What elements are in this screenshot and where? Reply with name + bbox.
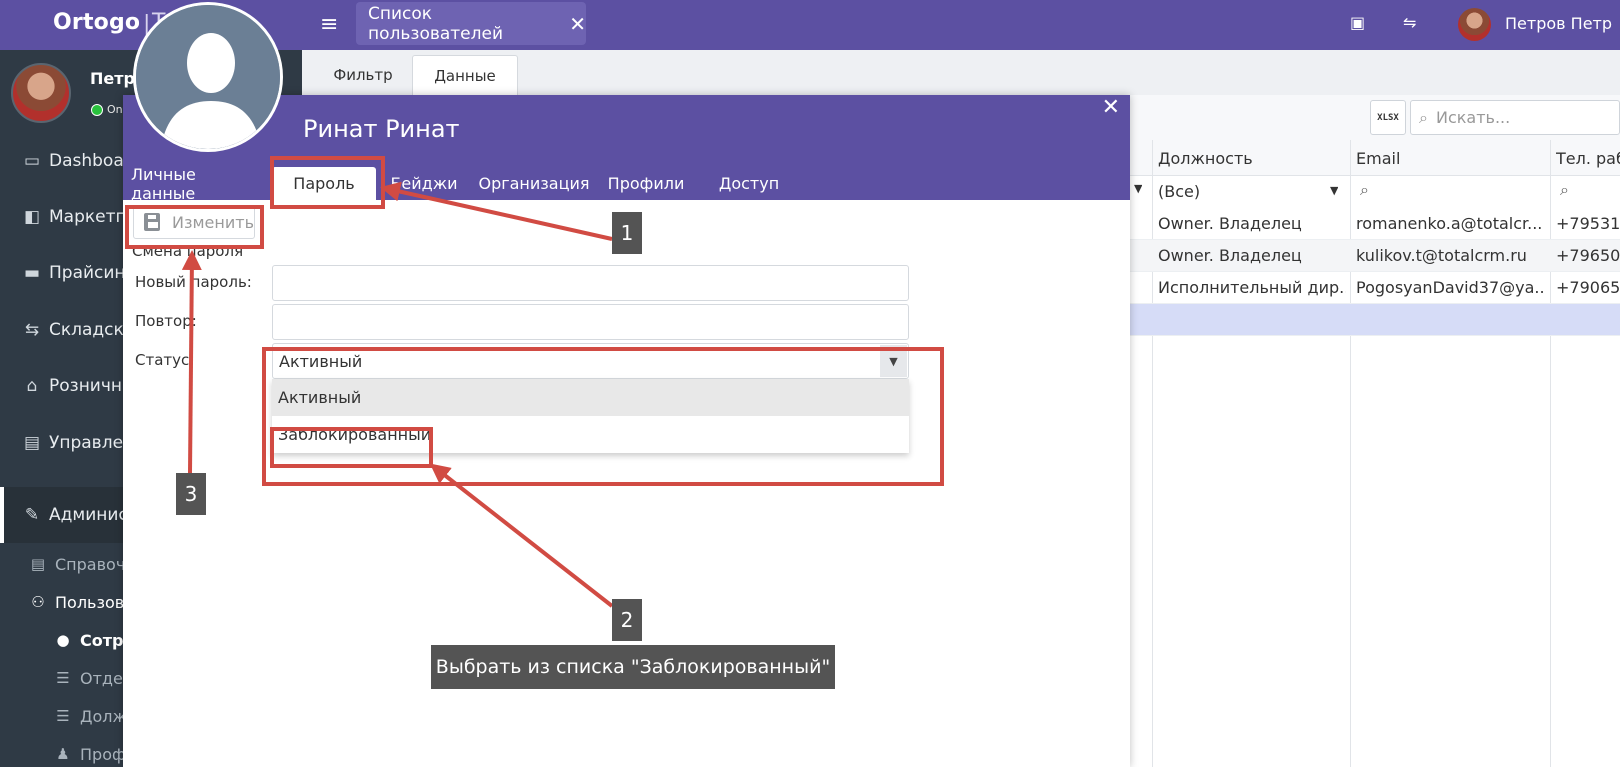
topbar-avatar[interactable] [1458, 8, 1491, 41]
new-password-input[interactable] [272, 265, 909, 301]
annotation-step-3: 3 [176, 473, 206, 515]
search-placeholder: Искать... [1435, 108, 1511, 127]
user-icon: ● [56, 631, 70, 649]
cell-phone: +790651 [1556, 278, 1620, 297]
annotation-box-password-tab [270, 156, 385, 209]
language-icon[interactable]: ⇋ [1403, 13, 1416, 32]
users-grid: Должность Email Тел. раб ▼ (Все) ▼ ⌕ ⌕ O… [1130, 140, 1620, 767]
annotation-step-1: 1 [612, 212, 642, 254]
search-icon: ⌕ [1419, 107, 1428, 127]
sidebar-item-label: Dashboar [49, 151, 131, 171]
wrench-icon: ✎ [24, 505, 40, 525]
sidebar-sub-label: Проф [80, 744, 126, 764]
cell-email: romanenko.a@totalcr... [1356, 214, 1543, 233]
chat-icon[interactable]: ▣ [1350, 13, 1365, 32]
tab-filter[interactable]: Фильтр [318, 55, 408, 95]
tab-personal-data[interactable]: Личные данные [131, 165, 259, 203]
newspaper-icon: ▤ [23, 433, 41, 453]
credit-card-icon: ▬ [23, 263, 41, 283]
newspaper-icon: ▤ [30, 555, 46, 573]
user-avatar[interactable] [133, 2, 283, 152]
sidebar-item-label: Рознична [49, 376, 133, 396]
cell-email: PogosyanDavid37@ya... [1356, 278, 1546, 297]
status-label: Статус: [135, 351, 195, 369]
sidebar-sub-label: Справоч [55, 554, 126, 574]
annotation-step-2: 2 [612, 599, 642, 641]
close-icon[interactable]: ✕ [1102, 95, 1120, 120]
grid-search-input[interactable]: ⌕ Искать... [1410, 100, 1620, 135]
annotation-callout: Выбрать из списка "Заблокированный" [431, 645, 835, 689]
sidebar-avatar[interactable] [11, 63, 71, 123]
new-password-label: Новый пароль: [135, 273, 252, 291]
brand-logo[interactable]: Ortogo [53, 10, 140, 35]
top-bar: ≡ Список пользователей ✕ [302, 0, 1620, 50]
indent-icon: ☰ [56, 669, 70, 687]
cell-position: Owner. Владелец [1158, 214, 1302, 233]
cell-position: Owner. Владелец [1158, 246, 1302, 265]
sidebar-item-label: Складско [49, 320, 135, 340]
filter-dropdown-icon[interactable]: ▼ [1134, 182, 1142, 195]
column-header-position[interactable]: Должность [1158, 149, 1253, 168]
transfer-icon: ⇆ [24, 320, 40, 340]
list-icon: ☰ [56, 707, 70, 725]
sidebar-item-label: Прайсинг [49, 263, 135, 283]
column-header-email[interactable]: Email [1356, 149, 1400, 168]
online-status: On [91, 103, 123, 116]
open-tab-title: Список пользователей [368, 3, 504, 44]
page-tabs: Фильтр Данные [302, 50, 1620, 95]
filter-position-select[interactable]: (Все) [1158, 182, 1200, 201]
annotation-box-save [125, 205, 264, 249]
cell-email: kulikov.t@totalcrm.ru [1356, 246, 1527, 265]
filter-email-search-icon[interactable]: ⌕ [1360, 180, 1369, 200]
online-status-label: On [107, 103, 123, 116]
table-row-selected[interactable] [1130, 304, 1620, 336]
shopping-bag-icon: ◧ [23, 207, 41, 227]
column-header-phone[interactable]: Тел. раб [1556, 149, 1620, 168]
tab-access[interactable]: Доступ [715, 167, 783, 200]
user-silhouette-icon [136, 5, 280, 149]
modal-title: Ринат Ринат [303, 115, 460, 143]
open-tab-users-list[interactable]: Список пользователей ✕ [356, 2, 586, 45]
bank-icon: ⌂ [26, 376, 38, 396]
cell-phone: +796501 [1556, 246, 1620, 265]
repeat-password-input[interactable] [272, 304, 909, 340]
repeat-password-label: Повтор: [135, 312, 197, 330]
filter-phone-search-icon[interactable]: ⌕ [1560, 180, 1569, 200]
topbar-username[interactable]: Петров Петр [1505, 14, 1612, 33]
annotation-box-blocked [270, 427, 433, 468]
tab-organization[interactable]: Организация [475, 167, 593, 200]
hamburger-menu-icon[interactable]: ≡ [320, 12, 338, 37]
cell-position: Исполнительный дир... [1158, 278, 1346, 297]
filter-dropdown-icon[interactable]: ▼ [1330, 184, 1338, 197]
online-dot-icon [91, 103, 103, 116]
users-icon: ⚇ [31, 593, 45, 611]
user-secret-icon: ♟ [56, 745, 70, 763]
tab-badges[interactable]: Бейджи [389, 167, 459, 200]
monitor-icon: ▭ [23, 151, 41, 171]
sidebar-sub-label: Долж [80, 706, 127, 726]
app-root: Ortogo | T Петро On ▭ Dashboar ◧ Маркетп… [0, 0, 1620, 767]
export-xlsx-button[interactable]: XLSX [1370, 100, 1406, 135]
tab-data[interactable]: Данные [412, 55, 518, 95]
close-tab-icon[interactable]: ✕ [569, 12, 586, 36]
cell-phone: +795317 [1556, 214, 1620, 233]
sidebar-item-label: Управлен [49, 433, 135, 453]
tab-profiles[interactable]: Профили [605, 167, 687, 200]
